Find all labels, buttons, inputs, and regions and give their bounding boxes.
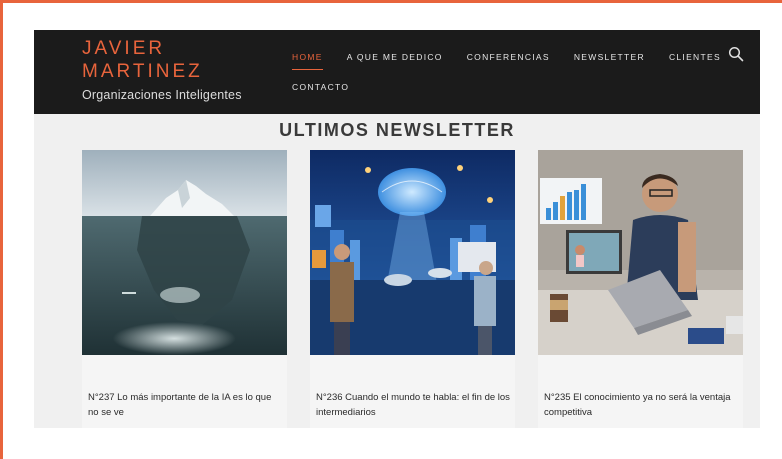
nav-item-home[interactable]: HOME	[292, 52, 323, 70]
main-nav: HOME A QUE ME DEDICO CONFERENCIAS NEWSLE…	[292, 50, 748, 94]
logo-name-line1: JAVIER	[82, 38, 166, 59]
card-image-iceberg[interactable]	[82, 150, 287, 355]
nav-item-contacto[interactable]: CONTACTO	[292, 82, 349, 92]
logo-name-line2: MARTINEZ	[82, 61, 203, 82]
logo-tagline: Organizaciones Inteligentes	[82, 88, 242, 102]
nav-item-conferencias[interactable]: CONFERENCIAS	[467, 52, 550, 62]
card-title[interactable]: N°237 Lo más importante de la IA es lo q…	[88, 390, 283, 420]
card-image-laptop-learner[interactable]	[538, 150, 743, 355]
newsletter-card[interactable]: N°237 Lo más importante de la IA es lo q…	[82, 150, 287, 428]
nav-item-clientes[interactable]: CLIENTES	[669, 52, 721, 62]
card-title[interactable]: N°235 El conocimiento ya no será la vent…	[544, 390, 739, 420]
card-image-ai-city[interactable]	[310, 150, 515, 355]
search-icon[interactable]	[728, 46, 744, 62]
newsletter-card[interactable]: N°235 El conocimiento ya no será la vent…	[538, 150, 743, 428]
newsletter-card[interactable]: N°236 Cuando el mundo te habla: el fin d…	[310, 150, 515, 428]
card-title[interactable]: N°236 Cuando el mundo te habla: el fin d…	[316, 390, 511, 420]
nav-item-a-que-me-dedico[interactable]: A QUE ME DEDICO	[347, 52, 443, 62]
newsletter-list: N°237 Lo más importante de la IA es lo q…	[82, 150, 744, 428]
site-logo[interactable]: JAVIER MARTINEZ Organizaciones Inteligen…	[82, 37, 242, 102]
nav-item-newsletter[interactable]: NEWSLETTER	[574, 52, 645, 62]
site-header: JAVIER MARTINEZ Organizaciones Inteligen…	[34, 30, 760, 114]
website: JAVIER MARTINEZ Organizaciones Inteligen…	[34, 30, 760, 428]
section-title: ULTIMOS NEWSLETTER	[279, 120, 515, 140]
